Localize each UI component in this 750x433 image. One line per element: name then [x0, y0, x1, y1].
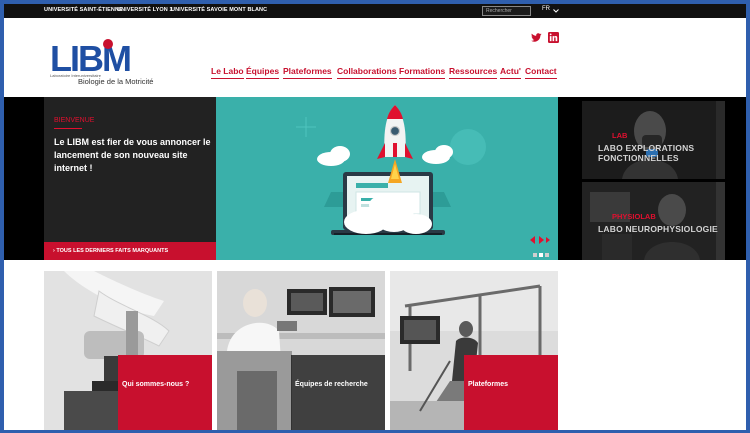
university-bar: UNIVERSITÉ SAINT-ÉTIENNE UNIVERSITÉ LYON…	[4, 4, 746, 18]
nav-plateformes[interactable]: Plateformes	[283, 66, 332, 79]
card-title: Plateformes	[468, 381, 509, 388]
carousel-arrows[interactable]	[529, 235, 551, 245]
tile-title: LABO NEUROPHYSIOLOGIE	[598, 224, 718, 234]
card-overlay	[464, 355, 558, 430]
all-news-label: TOUS LES DERNIERS FAITS MARQUANTS	[56, 248, 169, 254]
kicker-underline	[54, 128, 82, 129]
all-news-link[interactable]: › TOUS LES DERNIERS FAITS MARQUANTS	[44, 242, 216, 260]
language-selector[interactable]: FR	[542, 6, 550, 12]
browser-page: UNIVERSITÉ SAINT-ÉTIENNE UNIVERSITÉ LYON…	[4, 4, 746, 430]
card-qui-sommes-nous[interactable]: Qui sommes-nous ?	[44, 271, 212, 430]
carousel-dot[interactable]	[545, 253, 549, 257]
twitter-icon[interactable]	[531, 32, 542, 43]
rocket-laptop-illustration	[296, 105, 486, 235]
tile-labo-neurophysiologie[interactable]: PHYSIOLAB LABO NEUROPHYSIOLOGIE	[582, 182, 725, 260]
nav-le-labo[interactable]: Le Labo	[211, 66, 244, 79]
news-kicker: BIENVENUE	[54, 117, 95, 124]
logo-dot	[103, 39, 113, 49]
card-overlay	[291, 355, 385, 430]
linkedin-icon[interactable]	[548, 32, 559, 43]
card-title: Équipes de recherche	[295, 381, 368, 388]
news-panel: BIENVENUE Le LIBM est fier de vous annon…	[44, 97, 216, 260]
nav-collaborations[interactable]: Collaborations	[337, 66, 397, 79]
logo-subtitle: Biologie de la Motricité	[78, 77, 153, 86]
hero-carousel: BIENVENUE Le LIBM est fier de vous annon…	[4, 97, 746, 260]
university-link-savoie[interactable]: UNIVERSITÉ SAVOIE MONT BLANC	[171, 7, 267, 13]
nav-ressources[interactable]: Ressources	[449, 66, 498, 79]
card-title: Qui sommes-nous ?	[122, 381, 190, 388]
tile-tag: LAB	[612, 131, 628, 140]
university-link-saint-etienne[interactable]: UNIVERSITÉ SAINT-ÉTIENNE	[44, 7, 123, 13]
chevron-down-icon[interactable]	[553, 8, 559, 14]
card-plateformes[interactable]: Plateformes	[390, 271, 558, 430]
university-link-lyon[interactable]: UNIVERSITÉ LYON 1	[117, 7, 173, 13]
carousel-dot[interactable]	[539, 253, 543, 257]
nav-contact[interactable]: Contact	[525, 66, 557, 79]
libm-logo[interactable]: LIBM Laboratoire Interuniversitaire Biol…	[48, 37, 158, 89]
tile-photo	[582, 101, 725, 179]
carousel-dot[interactable]	[533, 253, 537, 257]
card-equipes-de-recherche[interactable]: Équipes de recherche	[217, 271, 385, 430]
tile-photo	[582, 182, 725, 260]
card-overlay	[118, 355, 212, 430]
search-input[interactable]: Rechercher	[482, 6, 531, 16]
nav-actu[interactable]: Actu'	[500, 66, 521, 79]
tile-tag: PHYSIOLAB	[612, 212, 656, 221]
nav-formations[interactable]: Formations	[399, 66, 446, 79]
carousel-dots	[533, 253, 549, 257]
slide-illustration	[216, 97, 558, 260]
tile-labo-explorations[interactable]: LAB LABO EXPLORATIONS FONCTIONNELLES	[582, 101, 725, 179]
news-headline[interactable]: Le LIBM est fier de vous annoncer le lan…	[54, 136, 214, 175]
tile-title: LABO EXPLORATIONS FONCTIONNELLES	[598, 143, 695, 163]
nav-equipes[interactable]: Équipes	[246, 66, 280, 79]
